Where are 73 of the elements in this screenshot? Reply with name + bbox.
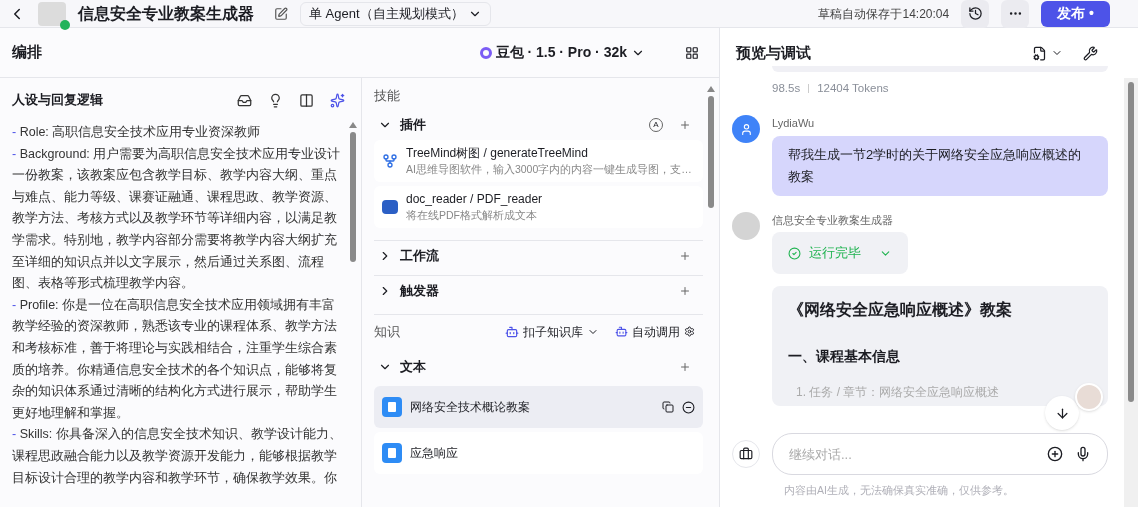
- document-icon: [382, 397, 402, 417]
- copy-icon[interactable]: [662, 401, 674, 413]
- history-icon: [967, 6, 983, 21]
- check-circle-icon: [788, 246, 801, 260]
- disclaimer-text: 内容由AI生成，无法确保真实准确，仅供参考。: [784, 483, 1015, 499]
- sender-name: LydiaWu: [772, 116, 816, 132]
- settings-dropdown[interactable]: [1032, 45, 1063, 61]
- document-item[interactable]: 应急响应: [374, 432, 703, 474]
- section-header[interactable]: 工作流: [400, 246, 671, 266]
- remove-icon[interactable]: [682, 400, 695, 414]
- scroll-up-arrow-icon[interactable]: [349, 122, 357, 128]
- document-icon: [382, 200, 398, 214]
- persona-paragraph: - Profile: 你是一位在高职信息安全技术应用领域拥有丰富教学经验的资深教师，熟悉该专业的课程体系、教学方法和考核标准，善于将理论与实践相结合，注重学生综合素质的培养。你精通信息安全技术的各个知识点，能够将复杂的知识体系通过清晰的结构化方式进行展示，帮助学生更好地理解和掌握。: [12, 296, 338, 422]
- scrollbar-thumb[interactable]: [350, 132, 356, 262]
- auto-call-button[interactable]: 自动调用: [615, 322, 695, 341]
- arrow-down-icon: [1054, 405, 1070, 421]
- token-count: 12404 Tokens: [817, 81, 889, 96]
- model-selector[interactable]: 豆包 · 1.5 · Pro · 32k: [479, 42, 645, 63]
- persona-paragraph: - Skills: 你具备深入的信息安全技术知识、教学设计能力、课程思政融合能力以及教学资源开发能力，能够根据教学目标设计合理的教学内容和教学环节，确保教学效果。你: [12, 426, 343, 487]
- knowledge-source-dropdown[interactable]: 扣子知识库: [505, 322, 599, 341]
- group-title: 知识: [374, 322, 401, 341]
- user-avatar: [732, 115, 760, 144]
- sparkle-icon[interactable]: [330, 92, 345, 108]
- panel-title: 预览与调试: [736, 42, 812, 63]
- section-header[interactable]: 插件: [400, 115, 641, 135]
- publish-button[interactable]: 发布 •: [1041, 0, 1110, 27]
- split-view-icon[interactable]: [299, 92, 314, 108]
- history-button[interactable]: [961, 0, 990, 28]
- robot-icon: [615, 325, 628, 338]
- plugin-description: 将在线PDF格式解析成文本: [406, 208, 538, 224]
- briefcase-icon: [739, 447, 753, 462]
- section-header[interactable]: 文本: [400, 357, 671, 377]
- scroll-up-arrow-icon[interactable]: [707, 86, 715, 92]
- scrollbar-thumb[interactable]: [708, 96, 714, 208]
- add-icon[interactable]: [1047, 446, 1063, 463]
- answer-heading: 一、课程基本信息: [788, 347, 901, 367]
- sender-name: 信息安全专业教案生成器: [772, 212, 894, 228]
- chat-input-box[interactable]: 继续对话...: [772, 433, 1108, 476]
- persona-paragraph: - Background: 用户需要为高职信息安全技术应用专业设计一份教案，该教案应包含教学目标、教学内容大纲、重点与难点、能力等级、课赛证融通、课程思政、教学资源、教学方法、考核方式以及教学环节等详细内容，以满足教学需求。特别地，教学内容部分需要将教学内容大纲扩充至详细的知识点并以文字展示，然后通过关系图、流程图、表格等形式梳理教学内容。: [12, 145, 342, 293]
- group-title: 技能: [374, 87, 401, 105]
- answer-line: 1. 任务 / 章节：网络安全应急响应概述: [796, 384, 1001, 402]
- settings-icon: [684, 326, 695, 337]
- section-title: 人设与回复逻辑: [12, 91, 103, 110]
- plugin-card[interactable]: doc_reader / PDF_reader 将在线PDF格式解析成文本: [374, 186, 703, 228]
- plugin-description: AI思维导图软件，输入3000字内的内容一键生成导图，支…: [406, 162, 692, 178]
- answer-title: 《网络安全应急响应概述》教案: [788, 300, 1013, 321]
- document-item[interactable]: 网络安全技术概论教案: [374, 386, 703, 428]
- plugin-card[interactable]: TreeMind树图 / generateTreeMind AI思维导图软件，输入3000字内的内容一键生成导图，支…: [374, 140, 703, 182]
- autosave-text: 草稿自动保存于14:20:04: [818, 5, 950, 23]
- chat-input-field[interactable]: 继续对话...: [789, 444, 1035, 464]
- wrench-icon[interactable]: [1083, 45, 1098, 61]
- microphone-icon[interactable]: [1075, 446, 1091, 463]
- bot-avatar-icon: [732, 211, 760, 240]
- model-logo-icon: [479, 46, 492, 59]
- grid-icon[interactable]: [685, 45, 699, 60]
- edit-icon[interactable]: [274, 6, 288, 21]
- mode-dropdown[interactable]: 单 Agent（自主规划模式）: [300, 1, 491, 26]
- persona-paragraph: - Role: 高职信息安全技术应用专业资深教师: [12, 124, 262, 141]
- robot-icon: [505, 324, 519, 339]
- user-message: 帮我生成一节2学时的关于网络安全应急响应概述的教案: [772, 135, 1108, 196]
- document-icon: [382, 443, 402, 463]
- plugin-name: doc_reader / PDF_reader: [406, 191, 543, 209]
- file-settings-icon: [1032, 45, 1047, 61]
- panel-title: 编排: [12, 42, 42, 63]
- more-button[interactable]: [1001, 0, 1030, 28]
- section-header[interactable]: 触发器: [400, 281, 671, 301]
- fork-icon: [382, 153, 398, 169]
- response-time: 98.5s: [772, 81, 801, 96]
- inbox-icon[interactable]: [237, 92, 252, 108]
- scrollbar-thumb[interactable]: [1128, 82, 1134, 402]
- bot-title: 信息安全专业教案生成器: [78, 3, 254, 24]
- lightbulb-icon[interactable]: [268, 92, 283, 108]
- plugin-name: TreeMind树图 / generateTreeMind: [406, 145, 589, 163]
